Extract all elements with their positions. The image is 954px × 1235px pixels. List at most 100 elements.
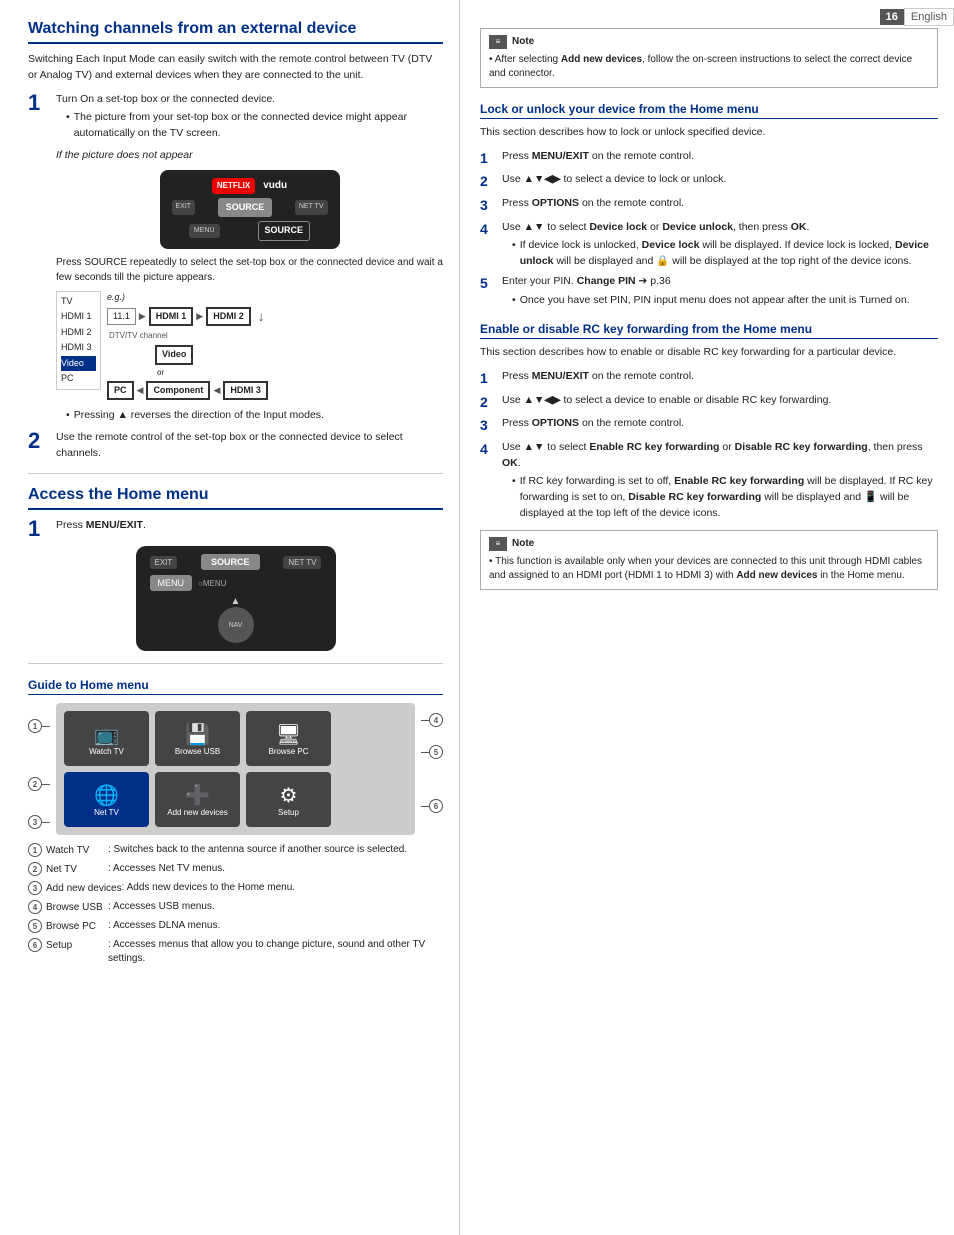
guide-text-label-3: Add new devices [46, 883, 122, 894]
lock-step2: 2 Use ▲▼◀▶ to select a device to lock or… [480, 172, 938, 192]
nettv-item: 🌐 Net TV [64, 772, 149, 827]
input-list: TV HDMI 1 HDMI 2 HDMI 3 Video PC [56, 291, 101, 390]
guide-text-label-2: Net TV [46, 864, 77, 875]
home-step1-text: Press MENU/EXIT. [56, 519, 146, 531]
source-btn: SOURCE [218, 198, 273, 218]
step1-content: Turn On a set-top box or the connected d… [56, 92, 443, 424]
rc-step1: 1 Press MENU/EXIT on the remote control. [480, 369, 938, 389]
step2-content: Use the remote control of the set-top bo… [56, 430, 443, 462]
note2: ≡ Note • This function is available only… [480, 530, 938, 590]
home-step1-content: Press MENU/EXIT. [56, 518, 443, 534]
input-diagram: TV HDMI 1 HDMI 2 HDMI 3 Video PC e.g.) 1… [56, 291, 443, 401]
nav-circle: NAV [218, 607, 254, 643]
guide-callout-6: 6 [28, 938, 42, 952]
adddev-item: ➕ Add new devices [155, 772, 240, 827]
note1: ≡ Note • After selecting Add new devices… [480, 28, 938, 88]
rc-intro: This section describes how to enable or … [480, 345, 938, 361]
lock-step3-content: Press OPTIONS on the remote control. [502, 196, 938, 216]
rc-step3: 3 Press OPTIONS on the remote control. [480, 416, 938, 436]
left-callouts: 1 2 3 [28, 703, 50, 829]
callout-circle-3: 3 [28, 815, 42, 829]
setup-label: Setup [278, 808, 299, 817]
rc-step4-bullet: If RC key forwarding is set to off, Enab… [512, 474, 938, 521]
rc-step4-content: Use ▲▼ to select Enable RC key forwardin… [502, 440, 938, 522]
rc-step2-content: Use ▲▼◀▶ to select a device to enable or… [502, 393, 938, 413]
arrow4: ◀ [213, 384, 220, 398]
dtv-label: DTV/TV channel [109, 330, 443, 342]
watch-tv-item: 📺 Watch TV [64, 711, 149, 766]
lock-step3-num: 3 [480, 196, 498, 216]
rc-step4-bullet-text: If RC key forwarding is set to off, Enab… [520, 474, 938, 521]
lock-step3: 3 Press OPTIONS on the remote control. [480, 196, 938, 216]
input-hdmi1: HDMI 1 [61, 309, 96, 325]
adddev-icon: ➕ [185, 783, 210, 808]
menu-source-btn: SOURCE [201, 554, 260, 570]
guide-desc-6: : Accesses menus that allow you to chang… [108, 938, 443, 966]
guide-callout-5: 5 [28, 919, 42, 933]
guide-legend: 1 Watch TV : Switches back to the antenn… [28, 843, 443, 966]
guide-label-4: 4 Browse USB [28, 900, 108, 914]
note1-text: • After selecting Add new devices, follo… [489, 53, 929, 81]
lock-step2-num: 2 [480, 172, 498, 192]
menu-nettv-btn: NET TV [283, 556, 321, 569]
guide-item-1: 1 Watch TV : Switches back to the antenn… [28, 843, 443, 857]
guide-title: Guide to Home menu [28, 678, 443, 695]
guide-callout-1: 1 [28, 843, 42, 857]
browse-pc-item: 🖥 Browse PC [246, 711, 331, 766]
note2-icon: ≡ [489, 537, 507, 551]
pressing-text: Pressing ▲ reverses the direction of the… [74, 408, 324, 424]
guide-callout-3: 3 [28, 881, 42, 895]
guide-item-5: 5 Browse PC : Accesses DLNA menus. [28, 919, 443, 933]
lock-step4-content: Use ▲▼ to select Device lock or Device u… [502, 220, 938, 270]
rc-step2-num: 2 [480, 393, 498, 413]
guide-desc-4: : Accesses USB menus. [108, 900, 215, 914]
hdmi2-box: HDMI 2 [206, 307, 251, 327]
guide-text-label-4: Browse USB [46, 902, 103, 913]
guide-label-3: 3 Add new devices [28, 881, 122, 895]
input-video: Video [61, 356, 96, 372]
nav-up: ▲ [231, 596, 241, 607]
arrow1: ▶ [139, 310, 146, 324]
rc-step1-num: 1 [480, 369, 498, 389]
exit-btn: EXIT [172, 200, 196, 215]
home-step1: 1 Press MENU/EXIT. [28, 518, 443, 540]
step2: 2 Use the remote control of the set-top … [28, 430, 443, 462]
rc-step4: 4 Use ▲▼ to select Enable RC key forward… [480, 440, 938, 522]
callout-line-2 [42, 784, 50, 785]
home-menu-row1: 📺 Watch TV 💾 Browse USB 🖥 Browse PC [64, 711, 407, 766]
nettv-icon: 🌐 [94, 783, 119, 808]
lock-step4-num: 4 [480, 220, 498, 270]
arrow2: ▶ [196, 310, 203, 324]
callout-circle-5: 5 [429, 745, 443, 759]
flow-row2: Video [107, 345, 443, 365]
guide-callout-2: 2 [28, 862, 42, 876]
section1-intro: Switching Each Input Mode can easily swi… [28, 52, 443, 84]
or-label: or [157, 367, 443, 379]
adddev-label: Add new devices [167, 808, 227, 817]
watchtv-label: Watch TV [89, 747, 124, 756]
rc-section-title: Enable or disable RC key forwarding from… [480, 322, 938, 339]
section2-title: Access the Home menu [28, 486, 443, 510]
omenu-label: ○MENU [198, 579, 226, 588]
callout-3-left: 3 [28, 815, 50, 829]
arrow3: ◀ [137, 384, 144, 398]
lock-section-title: Lock or unlock your device from the Home… [480, 102, 938, 119]
input-tv: TV [61, 294, 96, 310]
pc-box: PC [107, 381, 134, 401]
rc-step3-num: 3 [480, 416, 498, 436]
guide-item-3: 3 Add new devices : Adds new devices to … [28, 881, 443, 895]
nav-circle-area: ▲ NAV [218, 596, 254, 643]
hdmi3-box: HDMI 3 [223, 381, 268, 401]
callout-line-3 [42, 822, 50, 823]
flow-diagram: e.g.) 11.1 ▶ HDMI 1 ▶ HDMI 2 ↓ DTV/TV ch… [107, 291, 443, 401]
divider2 [28, 663, 443, 664]
guide-label-5: 5 Browse PC [28, 919, 108, 933]
note2-text: • This function is available only when y… [489, 555, 929, 583]
netflix-btn: NETFLIX [212, 178, 255, 194]
nettv-btn: NET TV [295, 200, 328, 215]
input-hdmi3: HDMI 3 [61, 340, 96, 356]
browse-usb-item: 💾 Browse USB [155, 711, 240, 766]
lock-step4: 4 Use ▲▼ to select Device lock or Device… [480, 220, 938, 270]
lock-step1-content: Press MENU/EXIT on the remote control. [502, 149, 938, 169]
callout-line-1 [42, 726, 50, 727]
